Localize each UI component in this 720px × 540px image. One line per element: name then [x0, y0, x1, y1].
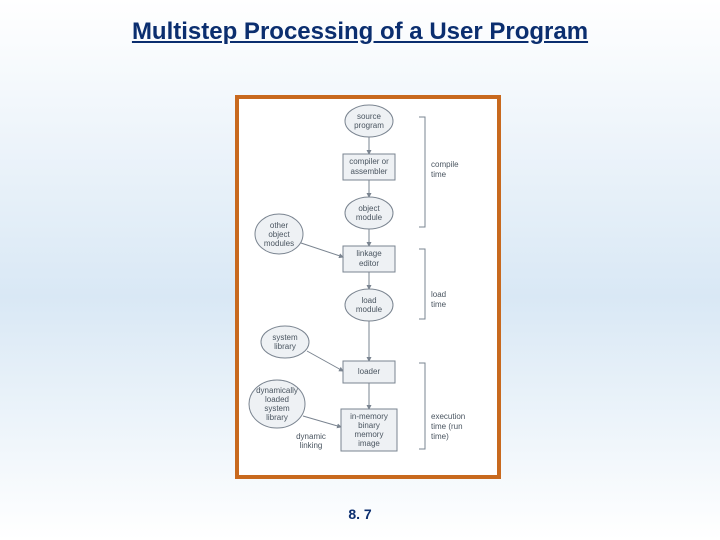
label: memory — [355, 430, 384, 439]
label: dynamically — [256, 386, 298, 395]
bracket-compile-time — [419, 117, 425, 227]
label: loader — [358, 367, 381, 376]
label: editor — [359, 259, 379, 268]
label: linking — [300, 441, 323, 450]
label: system — [272, 333, 298, 342]
phase-label: time — [431, 170, 447, 179]
phase-label: time) — [431, 432, 449, 441]
bracket-execution-time — [419, 363, 425, 449]
label: program — [354, 121, 384, 130]
label: assembler — [351, 167, 388, 176]
label: binary — [358, 421, 380, 430]
label: library — [266, 413, 288, 422]
label: in-memory — [350, 412, 388, 421]
label: image — [358, 439, 380, 448]
phase-label: load — [431, 290, 446, 299]
label: other — [270, 221, 289, 230]
edge — [301, 243, 343, 257]
edge — [307, 351, 343, 371]
label: compiler or — [349, 157, 389, 166]
edge — [303, 416, 341, 427]
phase-label: execution — [431, 412, 465, 421]
label: module — [356, 305, 383, 314]
label: dynamic — [296, 432, 326, 441]
label: system — [264, 404, 290, 413]
label: library — [274, 342, 296, 351]
bracket-load-time — [419, 249, 425, 319]
label: object — [358, 204, 380, 213]
slide-title: Multistep Processing of a User Program — [0, 18, 720, 46]
label: object — [268, 230, 290, 239]
label: loaded — [265, 395, 289, 404]
label: load — [361, 296, 376, 305]
diagram-frame: source program compiler or assembler obj… — [235, 95, 501, 479]
label: modules — [264, 239, 294, 248]
slide-number: 8. 7 — [0, 506, 720, 522]
phase-label: time — [431, 300, 447, 309]
phase-label: time (run — [431, 422, 463, 431]
phase-label: compile — [431, 160, 459, 169]
label: linkage — [356, 249, 382, 258]
multistep-diagram: source program compiler or assembler obj… — [239, 99, 497, 475]
label: source — [357, 112, 382, 121]
label: module — [356, 213, 383, 222]
slide: Multistep Processing of a User Program s… — [0, 0, 720, 540]
